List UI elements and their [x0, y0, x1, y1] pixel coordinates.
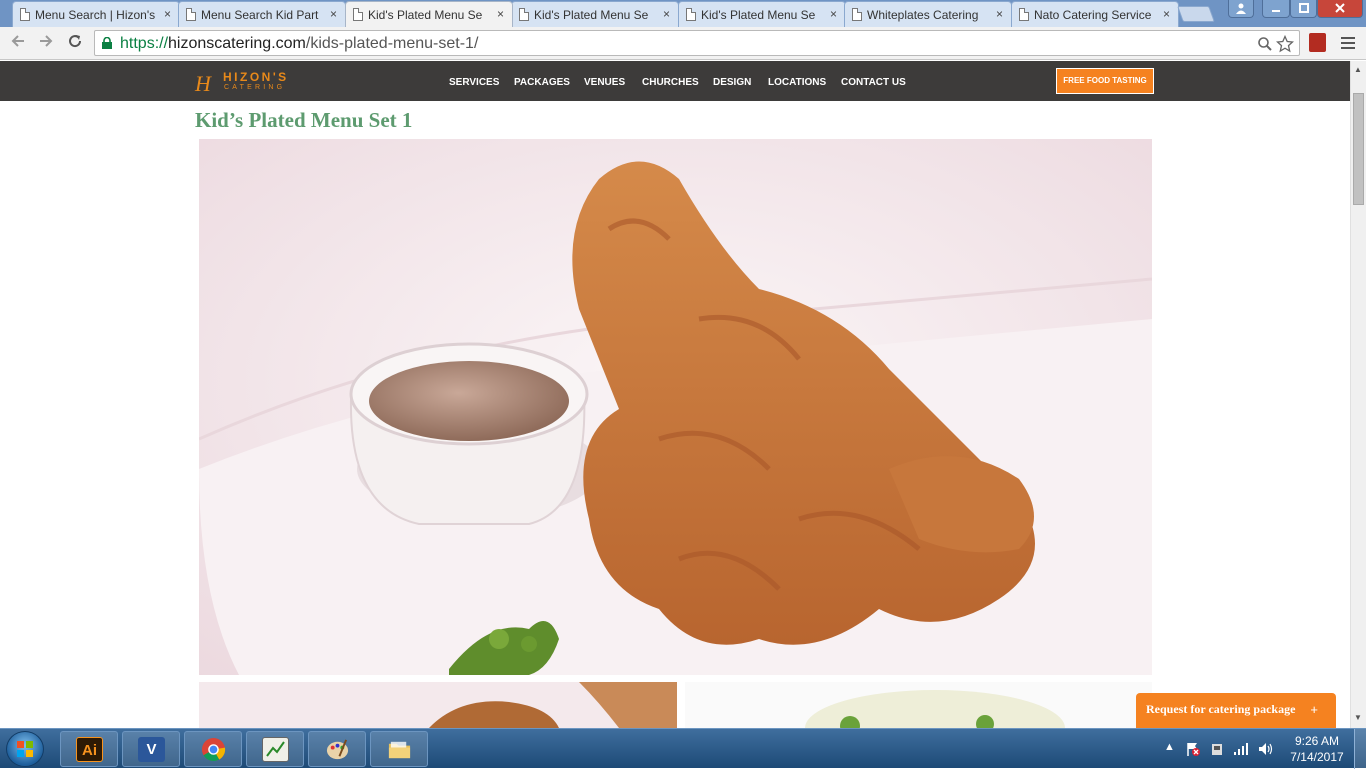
clock-time: 9:26 AM: [1294, 734, 1340, 748]
request-label: Request for catering package: [1146, 702, 1296, 716]
taskbar-app-explorer[interactable]: [370, 731, 428, 767]
tab-close-icon[interactable]: ×: [996, 7, 1003, 21]
pdf-extension-icon[interactable]: [1309, 33, 1326, 52]
user-profile-icon[interactable]: [1228, 0, 1254, 18]
url-text[interactable]: https://hizonscatering.com/kids-plated-m…: [120, 35, 478, 53]
browser-tab[interactable]: Kid's Plated Menu Se ×: [678, 1, 846, 27]
request-catering-package-button[interactable]: Request for catering package +: [1136, 693, 1336, 728]
tab-title: Kid's Plated Menu Se: [701, 7, 816, 22]
scrollbar-thumb[interactable]: [1353, 93, 1364, 205]
taskbar-app-paint[interactable]: [308, 731, 366, 767]
logo-name: HIZON'S: [223, 70, 289, 84]
tab-title: Menu Search Kid Part: [201, 7, 319, 22]
taskbar-app-visio[interactable]: V: [122, 731, 180, 767]
address-bar[interactable]: https://hizonscatering.com/kids-plated-m…: [94, 30, 1300, 56]
tab-close-icon[interactable]: ×: [497, 7, 504, 21]
taskbar-app-chrome[interactable]: [184, 731, 242, 767]
free-food-tasting-button[interactable]: FREE FOOD TASTING: [1056, 68, 1154, 94]
scroll-up-arrow-icon[interactable]: ▲: [1354, 65, 1362, 74]
page-icon: [20, 8, 30, 21]
show-desktop-button[interactable]: [1354, 729, 1366, 769]
scroll-down-arrow-icon[interactable]: ▼: [1354, 713, 1362, 722]
paint-palette-icon: [326, 739, 349, 760]
tab-title: Kid's Plated Menu Se: [368, 7, 483, 22]
reload-icon[interactable]: [63, 32, 87, 55]
browser-tab[interactable]: Kid's Plated Menu Se ×: [511, 1, 679, 27]
tab-close-icon[interactable]: ×: [330, 7, 337, 21]
zoom-search-icon[interactable]: [1257, 36, 1273, 52]
tab-title: Whiteplates Catering: [867, 7, 979, 22]
action-center-flag-icon[interactable]: [1185, 741, 1201, 757]
minimize-icon[interactable]: [1262, 0, 1290, 18]
lock-icon: [102, 37, 112, 49]
page-icon: [353, 8, 363, 21]
browser-toolbar: https://hizonscatering.com/kids-plated-m…: [0, 27, 1366, 60]
illustrator-icon: Ai: [76, 737, 103, 762]
gallery-image-2[interactable]: [685, 682, 1152, 728]
start-button[interactable]: [6, 731, 44, 767]
hero-image-fried-chicken: [199, 139, 1152, 675]
logo-subtitle: CATERING: [224, 84, 286, 91]
page-title: Kid’s Plated Menu Set 1: [195, 108, 413, 132]
menu-icon[interactable]: [1340, 36, 1356, 50]
url-path: /kids-plated-menu-set-1/: [305, 35, 479, 52]
folder-icon: [388, 741, 411, 759]
nav-link-services[interactable]: SERVICES: [449, 77, 499, 88]
tab-close-icon[interactable]: ×: [663, 7, 670, 21]
back-arrow-icon[interactable]: [6, 32, 30, 55]
taskbar-app-spreadsheet[interactable]: [246, 731, 304, 767]
site-header: H HIZON'S CATERING SERVICES PACKAGES VEN…: [0, 61, 1350, 101]
page-icon: [1019, 8, 1029, 21]
new-tab-button[interactable]: [1177, 6, 1215, 22]
gallery-image-1[interactable]: [199, 682, 677, 728]
windows-taskbar: Ai V ▲ 9:26 AM 7/14/2017: [0, 728, 1366, 769]
nav-link-venues[interactable]: VENUES: [584, 77, 625, 88]
page-icon: [686, 8, 696, 21]
page-icon: [519, 8, 529, 21]
browser-tab-active[interactable]: Kid's Plated Menu Se ×: [345, 1, 513, 27]
forward-arrow-icon[interactable]: [34, 32, 58, 55]
tab-title: Kid's Plated Menu Se: [534, 7, 649, 22]
tab-close-icon[interactable]: ×: [164, 7, 171, 21]
taskbar-app-illustrator[interactable]: Ai: [60, 731, 118, 767]
browser-tab-strip: Menu Search | Hizon's × Menu Search Kid …: [0, 0, 1366, 27]
bookmark-star-icon[interactable]: [1276, 35, 1294, 53]
page-icon: [852, 8, 862, 21]
volume-speaker-icon[interactable]: [1257, 741, 1273, 757]
nav-link-churches[interactable]: CHURCHES: [642, 77, 699, 88]
chrome-icon: [201, 737, 226, 762]
maximize-icon[interactable]: [1290, 0, 1317, 18]
tab-close-icon[interactable]: ×: [1163, 7, 1170, 21]
nav-link-locations[interactable]: LOCATIONS: [768, 77, 826, 88]
browser-tab[interactable]: Menu Search | Hizon's ×: [12, 1, 180, 27]
nav-link-packages[interactable]: PACKAGES: [514, 77, 570, 88]
page-icon: [186, 8, 196, 21]
browser-tab[interactable]: Menu Search Kid Part ×: [178, 1, 346, 27]
page-scrollbar[interactable]: ▲ ▼: [1350, 61, 1366, 728]
expand-plus-icon[interactable]: +: [1310, 693, 1318, 726]
browser-tab[interactable]: Nato Catering Service ×: [1011, 1, 1179, 27]
url-host: hizonscatering.com: [168, 35, 306, 52]
visio-icon: V: [138, 737, 165, 762]
windows-logo-icon: [17, 741, 33, 757]
browser-tab[interactable]: Whiteplates Catering ×: [844, 1, 1012, 27]
logo-mark: H: [195, 71, 211, 96]
close-window-icon[interactable]: [1317, 0, 1363, 18]
device-tray-icon[interactable]: [1209, 741, 1225, 757]
nav-link-contact-us[interactable]: CONTACT US: [841, 77, 906, 88]
url-scheme: https://: [120, 35, 169, 52]
show-hidden-icons-arrow[interactable]: ▲: [1164, 741, 1175, 753]
system-clock[interactable]: 9:26 AM 7/14/2017: [1284, 733, 1350, 765]
spreadsheet-icon: [262, 737, 289, 762]
tab-title: Menu Search | Hizon's: [35, 7, 156, 22]
nav-link-design[interactable]: DESIGN: [713, 77, 751, 88]
network-signal-icon[interactable]: [1233, 741, 1249, 757]
clock-date: 7/14/2017: [1290, 750, 1344, 764]
tab-title: Nato Catering Service: [1034, 7, 1152, 22]
tab-close-icon[interactable]: ×: [830, 7, 837, 21]
